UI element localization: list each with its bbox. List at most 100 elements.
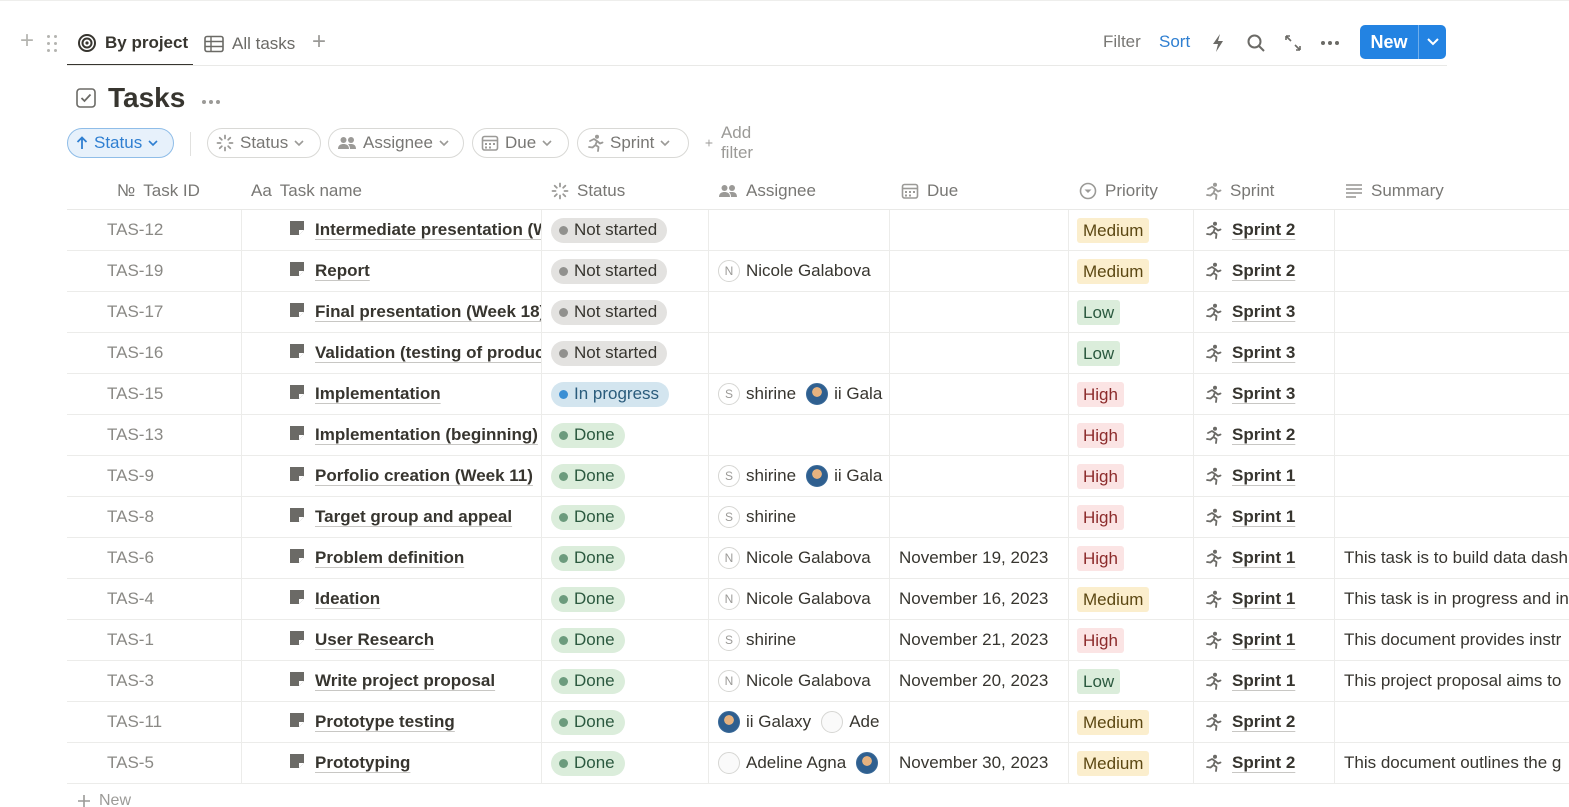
due-cell[interactable]: November 21, 2023 bbox=[899, 620, 1069, 660]
summary-cell[interactable] bbox=[1344, 251, 1569, 291]
due-cell[interactable] bbox=[899, 374, 1069, 414]
summary-cell[interactable] bbox=[1344, 292, 1569, 332]
sprint-cell[interactable]: Sprint 3 bbox=[1204, 292, 1334, 332]
sprint-link[interactable]: Sprint 1 bbox=[1232, 589, 1295, 609]
assignee-cell[interactable]: Adeline Agna bbox=[718, 743, 888, 783]
task-name-cell[interactable]: Prototyping bbox=[289, 743, 541, 783]
table-row[interactable]: TAS-4 Ideation Done N Nicole Galabova Nov… bbox=[67, 579, 1569, 620]
task-id-cell[interactable]: TAS-5 bbox=[107, 743, 237, 783]
task-name[interactable]: Final presentation (Week 18) bbox=[315, 302, 541, 322]
task-id-cell[interactable]: TAS-19 bbox=[107, 251, 237, 291]
task-name-cell[interactable]: Problem definition bbox=[289, 538, 541, 578]
priority-cell[interactable]: Low bbox=[1077, 661, 1197, 701]
task-name-cell[interactable]: User Research bbox=[289, 620, 541, 660]
priority-cell[interactable]: Medium bbox=[1077, 579, 1197, 619]
column-header-sprint[interactable]: Sprint bbox=[1204, 172, 1274, 210]
status-cell[interactable]: In progress bbox=[551, 374, 701, 414]
sprint-link[interactable]: Sprint 3 bbox=[1232, 343, 1295, 363]
task-name-cell[interactable]: Implementation bbox=[289, 374, 541, 414]
chevron-down-icon[interactable] bbox=[1419, 38, 1446, 46]
column-header-summary[interactable]: Summary bbox=[1345, 172, 1444, 210]
column-header-assignee[interactable]: Assignee bbox=[718, 172, 816, 210]
summary-cell[interactable]: This document outlines the g bbox=[1344, 743, 1569, 783]
task-name[interactable]: Target group and appeal bbox=[315, 507, 512, 527]
task-id-cell[interactable]: TAS-8 bbox=[107, 497, 237, 537]
assignee-cell[interactable]: Sshirine bbox=[718, 620, 888, 660]
priority-cell[interactable]: High bbox=[1077, 415, 1197, 455]
priority-cell[interactable]: High bbox=[1077, 620, 1197, 660]
assignee-cell[interactable] bbox=[718, 210, 888, 250]
task-id-cell[interactable]: TAS-13 bbox=[107, 415, 237, 455]
task-id-cell[interactable]: TAS-12 bbox=[107, 210, 237, 250]
sprint-link[interactable]: Sprint 1 bbox=[1232, 630, 1295, 650]
summary-cell[interactable] bbox=[1344, 415, 1569, 455]
priority-cell[interactable]: Medium bbox=[1077, 743, 1197, 783]
task-id-cell[interactable]: TAS-11 bbox=[107, 702, 237, 742]
sprint-link[interactable]: Sprint 1 bbox=[1232, 466, 1295, 486]
status-cell[interactable]: Not started bbox=[551, 210, 701, 250]
table-row[interactable]: TAS-6 Problem definition Done N Nicole Ga… bbox=[67, 538, 1569, 579]
task-name[interactable]: Prototype testing bbox=[315, 712, 455, 732]
automation-bolt-icon[interactable] bbox=[1207, 32, 1229, 54]
status-cell[interactable]: Done bbox=[551, 743, 701, 783]
task-name[interactable]: Porfolio creation (Week 11) bbox=[315, 466, 533, 486]
assignee-cell[interactable]: Sshirine ii Gala bbox=[718, 456, 888, 496]
due-cell[interactable]: November 19, 2023 bbox=[899, 538, 1069, 578]
task-name[interactable]: Validation (testing of produc bbox=[315, 343, 541, 363]
task-name[interactable]: Report bbox=[315, 261, 370, 281]
summary-cell[interactable]: This task is to build data dash bbox=[1344, 538, 1569, 578]
summary-cell[interactable] bbox=[1344, 333, 1569, 373]
assignee-cell[interactable]: Sshirine bbox=[718, 497, 888, 537]
drag-handle-icon[interactable] bbox=[46, 33, 60, 53]
due-cell[interactable] bbox=[899, 456, 1069, 496]
assignee-cell[interactable] bbox=[718, 333, 888, 373]
sort-chip-status[interactable]: Status bbox=[67, 128, 174, 158]
sprint-cell[interactable]: Sprint 1 bbox=[1204, 661, 1334, 701]
column-header-task-id[interactable]: № Task ID bbox=[117, 172, 200, 210]
column-header-status[interactable]: Status bbox=[551, 172, 625, 210]
table-row[interactable]: TAS-1 User Research Done Sshirine Novemb… bbox=[67, 620, 1569, 661]
add-filter-button[interactable]: Add filter bbox=[705, 123, 759, 162]
filter-chip-sprint[interactable]: Sprint bbox=[577, 128, 689, 158]
status-cell[interactable]: Done bbox=[551, 579, 701, 619]
status-cell[interactable]: Done bbox=[551, 497, 701, 537]
priority-cell[interactable]: Medium bbox=[1077, 702, 1197, 742]
table-row[interactable]: TAS-9 Porfolio creation (Week 11) Done S… bbox=[67, 456, 1569, 497]
priority-cell[interactable]: Medium bbox=[1077, 210, 1197, 250]
sprint-cell[interactable]: Sprint 2 bbox=[1204, 251, 1334, 291]
assignee-cell[interactable] bbox=[718, 415, 888, 455]
status-cell[interactable]: Done bbox=[551, 538, 701, 578]
due-cell[interactable] bbox=[899, 292, 1069, 332]
task-id-cell[interactable]: TAS-3 bbox=[107, 661, 237, 701]
sprint-cell[interactable]: Sprint 2 bbox=[1204, 415, 1334, 455]
summary-cell[interactable] bbox=[1344, 456, 1569, 496]
task-name[interactable]: User Research bbox=[315, 630, 434, 650]
task-id-cell[interactable]: TAS-17 bbox=[107, 292, 237, 332]
due-cell[interactable] bbox=[899, 333, 1069, 373]
task-name[interactable]: Problem definition bbox=[315, 548, 464, 568]
table-row[interactable]: TAS-5 Prototyping Done Adeline Agna Nove… bbox=[67, 743, 1569, 784]
status-cell[interactable]: Done bbox=[551, 620, 701, 660]
due-cell[interactable] bbox=[899, 702, 1069, 742]
priority-cell[interactable]: High bbox=[1077, 497, 1197, 537]
task-id-cell[interactable]: TAS-6 bbox=[107, 538, 237, 578]
status-cell[interactable]: Done bbox=[551, 456, 701, 496]
sprint-cell[interactable]: Sprint 3 bbox=[1204, 333, 1334, 373]
status-cell[interactable]: Not started bbox=[551, 251, 701, 291]
task-name[interactable]: Write project proposal bbox=[315, 671, 495, 691]
tab-by-project[interactable]: By project bbox=[67, 22, 193, 66]
assignee-cell[interactable]: N Nicole Galabova bbox=[718, 538, 888, 578]
priority-cell[interactable]: High bbox=[1077, 456, 1197, 496]
task-id-cell[interactable]: TAS-1 bbox=[107, 620, 237, 660]
priority-cell[interactable]: Low bbox=[1077, 333, 1197, 373]
priority-cell[interactable]: High bbox=[1077, 374, 1197, 414]
task-name-cell[interactable]: Porfolio creation (Week 11) bbox=[289, 456, 541, 496]
task-name[interactable]: Implementation (beginning) bbox=[315, 425, 538, 445]
sprint-link[interactable]: Sprint 1 bbox=[1232, 548, 1295, 568]
sprint-cell[interactable]: Sprint 2 bbox=[1204, 210, 1334, 250]
sprint-link[interactable]: Sprint 3 bbox=[1232, 384, 1295, 404]
sprint-link[interactable]: Sprint 2 bbox=[1232, 261, 1295, 281]
sprint-cell[interactable]: Sprint 1 bbox=[1204, 497, 1334, 537]
assignee-cell[interactable]: N Nicole Galabova bbox=[718, 251, 888, 291]
table-row[interactable]: TAS-15 Implementation In progress Sshiri… bbox=[67, 374, 1569, 415]
